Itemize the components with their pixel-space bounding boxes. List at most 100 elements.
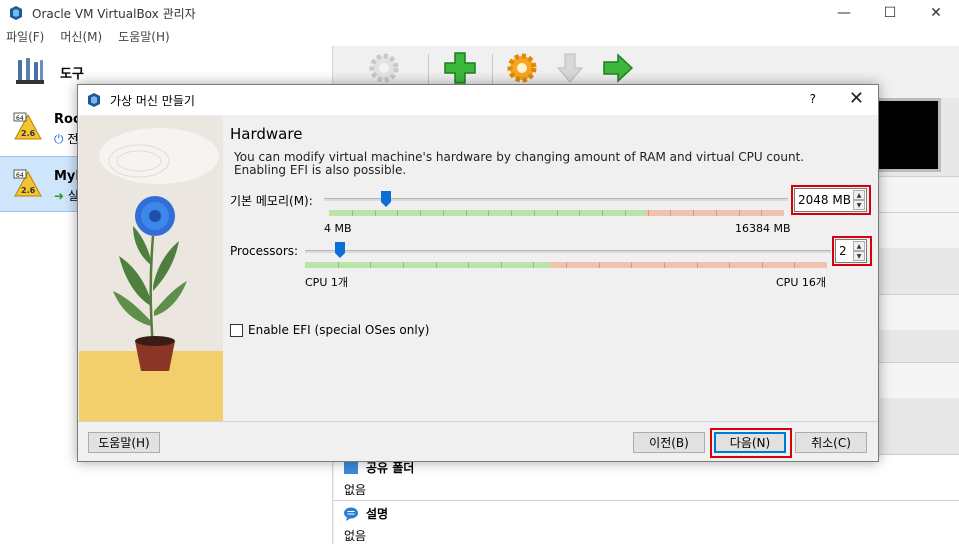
help-dialog-button[interactable]: 도움말(H)	[88, 432, 160, 453]
slider-tick	[761, 210, 763, 216]
minimize-button[interactable]: —	[821, 0, 867, 26]
slider-tick	[420, 210, 421, 216]
highlight-box-memory	[791, 185, 871, 215]
efi-label: Enable EFI (special OSes only)	[248, 323, 430, 337]
slider-tick	[337, 262, 339, 268]
cancel-button[interactable]: 취소(C)	[795, 432, 867, 453]
slider-tick	[500, 262, 502, 268]
memory-range-bar	[329, 210, 784, 216]
running-arrow-icon: ➜	[54, 189, 65, 203]
help-button[interactable]: ?	[810, 92, 816, 106]
processors-slider-handle[interactable]	[334, 242, 345, 258]
processors-slider[interactable]	[305, 250, 831, 253]
slider-tick	[598, 262, 600, 268]
create-vm-dialog: 가상 머신 만들기 ? ✕ Hardware You can modify vi…	[77, 84, 879, 462]
dialog-titlebar: 가상 머신 만들기 ? ✕	[78, 85, 878, 115]
slider-tick	[465, 210, 467, 216]
efi-checkbox-row[interactable]: Enable EFI (special OSes only)	[230, 323, 429, 337]
vm-state: ➜ 실	[54, 187, 79, 204]
slider-tick	[374, 210, 376, 216]
vm-os-icon: 64 2.6	[13, 112, 42, 140]
processors-range-warning	[550, 262, 827, 268]
slider-tick	[533, 262, 535, 268]
memory-label: 기본 메모리(M):	[230, 194, 313, 208]
memory-range-ok	[329, 210, 645, 216]
slider-tick	[693, 210, 694, 216]
processors-range-bar	[305, 262, 827, 268]
dialog-footer: 도움말(H) 이전(B) 다음(N) 취소(C)	[78, 421, 878, 461]
powered-off-icon: ⏻	[54, 132, 64, 146]
slider-tick	[715, 210, 717, 216]
memory-max-label: 16384 MB	[735, 222, 791, 235]
slider-tick	[511, 210, 512, 216]
virtualbox-icon	[88, 93, 100, 107]
vm-state: ⏻ 전	[54, 130, 78, 147]
processors-max-label: CPU 16개	[776, 276, 826, 289]
menu-file[interactable]: 파일(F)	[6, 28, 44, 45]
processors-range-ok	[305, 262, 550, 268]
slider-tick	[624, 210, 626, 216]
slider-tick	[602, 210, 603, 216]
slider-tick	[435, 262, 437, 268]
processors-label: Processors:	[230, 244, 299, 258]
tools-icon	[16, 58, 44, 84]
slider-tick	[696, 262, 698, 268]
vm-version-label: 2.6	[21, 129, 36, 138]
slider-tick	[631, 262, 633, 268]
slider-tick	[738, 210, 740, 216]
slider-tick	[402, 262, 404, 268]
new-vm-icon[interactable]	[442, 50, 478, 86]
start-arrow-icon[interactable]	[600, 50, 636, 86]
close-window-button[interactable]: ✕	[913, 0, 959, 26]
slider-tick	[370, 262, 372, 268]
vm-os-icon: 64 2.6	[13, 169, 42, 197]
close-dialog-button[interactable]: ✕	[849, 88, 864, 109]
slider-tick	[647, 210, 649, 216]
slider-tick	[351, 210, 353, 216]
description-value: 없음	[344, 529, 367, 543]
wizard-page-hardware: Hardware You can modify virtual machine'…	[223, 116, 878, 421]
slider-tick	[761, 262, 763, 268]
main-titlebar: Oracle VM VirtualBox 관리자 — ☐ ✕	[0, 0, 959, 26]
slider-tick	[468, 262, 470, 268]
settings-disabled-icon[interactable]	[366, 50, 402, 86]
slider-tick	[556, 210, 558, 216]
slider-tick	[397, 210, 399, 216]
wizard-illustration	[79, 116, 223, 421]
virtualbox-icon	[10, 6, 22, 20]
tools-label: 도구	[60, 66, 84, 82]
memory-slider[interactable]	[324, 198, 788, 201]
processors-min-label: CPU 1개	[305, 276, 348, 289]
slider-tick	[670, 210, 672, 216]
maximize-button[interactable]: ☐	[867, 0, 913, 26]
speech-bubble-icon	[344, 507, 358, 521]
vm-version-label: 2.6	[21, 186, 36, 195]
svg-text:64: 64	[16, 115, 24, 122]
menu-help[interactable]: 도움말(H)	[118, 28, 170, 45]
dialog-title: 가상 머신 만들기	[110, 93, 195, 108]
highlight-box-processors	[832, 236, 872, 266]
slider-tick	[794, 262, 796, 268]
slider-tick	[579, 210, 581, 216]
menubar: 파일(F) 머신(M) 도움말(H)	[0, 26, 959, 46]
highlight-box-next	[710, 428, 792, 458]
description-section: 설명 없음	[334, 500, 959, 544]
svg-text:64: 64	[16, 172, 24, 179]
memory-range-warning	[645, 210, 784, 216]
menu-machine[interactable]: 머신(M)	[60, 28, 102, 45]
slider-tick	[566, 262, 567, 268]
discard-down-arrow-icon[interactable]	[552, 50, 588, 86]
shared-folders-value: 없음	[344, 483, 367, 497]
efi-checkbox[interactable]	[230, 323, 243, 337]
memory-min-label: 4 MB	[324, 222, 352, 235]
page-heading: Hardware	[230, 125, 303, 143]
settings-gear-icon[interactable]	[504, 50, 540, 86]
slider-tick	[488, 210, 490, 216]
memory-slider-handle[interactable]	[380, 191, 391, 207]
slider-tick	[533, 210, 535, 216]
slider-tick	[663, 262, 665, 268]
page-description: You can modify virtual machine's hardwar…	[234, 150, 805, 177]
back-button[interactable]: 이전(B)	[633, 432, 705, 453]
slider-tick	[442, 210, 444, 216]
slider-tick	[729, 262, 731, 268]
